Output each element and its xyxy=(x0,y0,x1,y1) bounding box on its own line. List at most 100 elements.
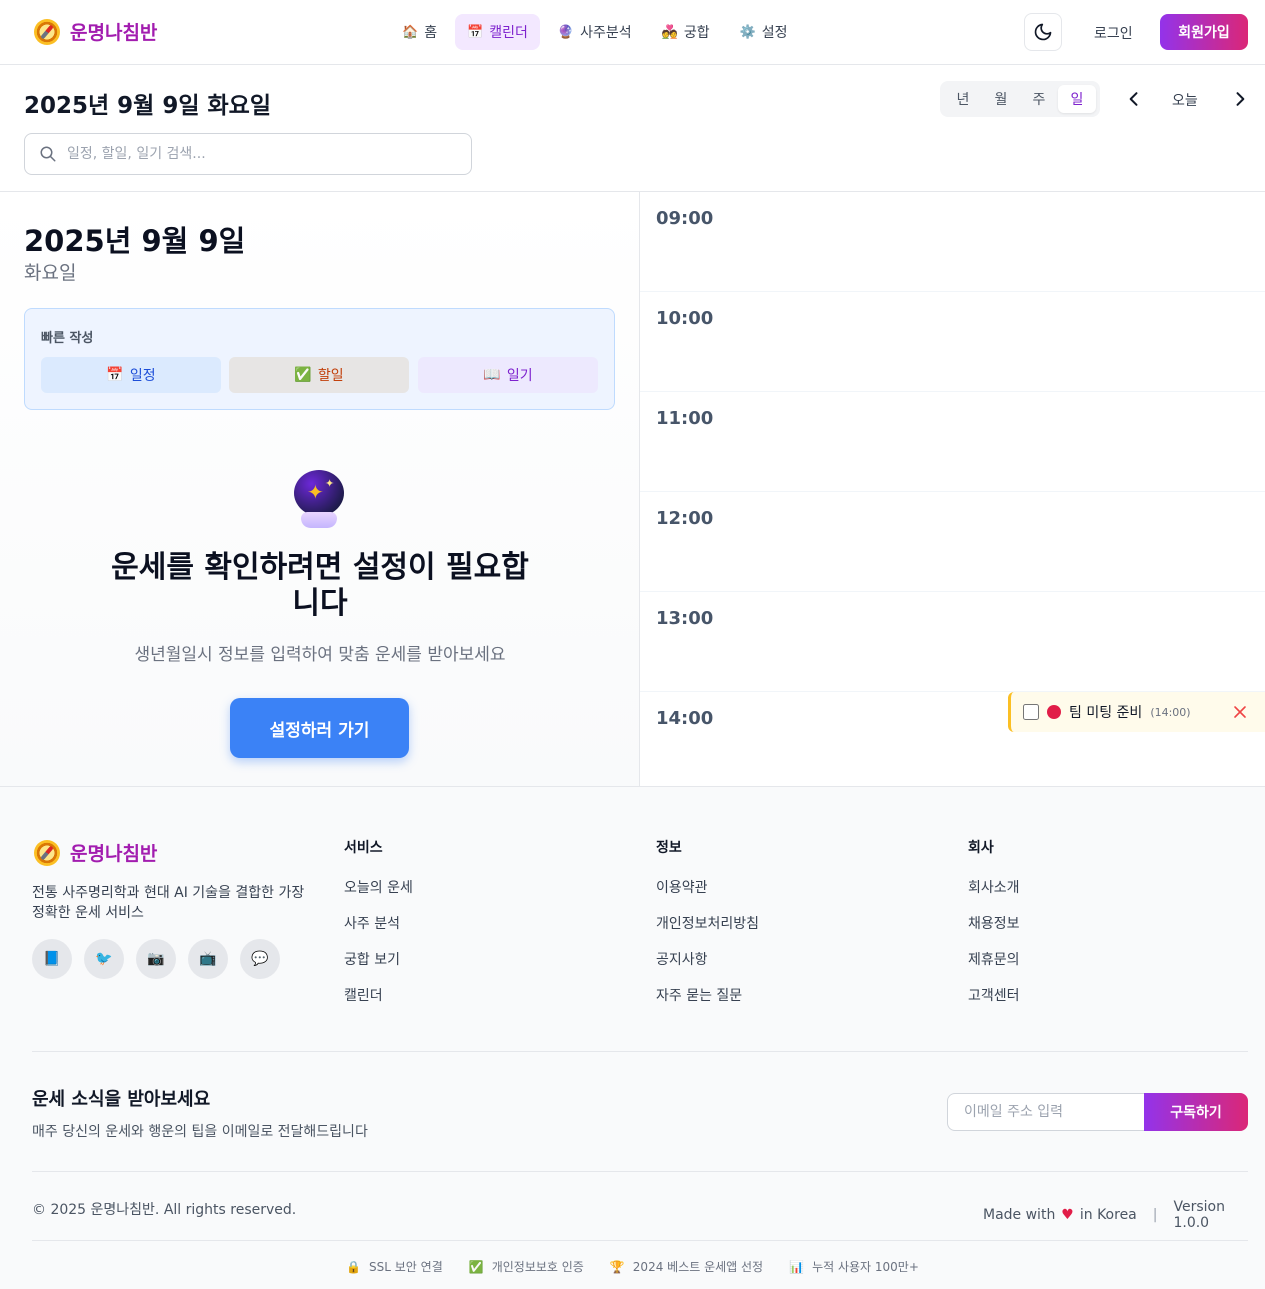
view-week[interactable]: 주 xyxy=(1020,85,1058,113)
quick-diary-label: 일기 xyxy=(506,368,533,384)
quick-todo-label: 할일 xyxy=(317,368,344,384)
chart-icon: 📊 xyxy=(789,1259,805,1274)
footer-link[interactable]: 사주 분석 xyxy=(344,913,413,949)
footer-brand[interactable]: 운명나침반 xyxy=(34,839,157,866)
event-checkbox[interactable] xyxy=(1023,704,1039,720)
event-title: 팀 미팅 준비 xyxy=(1069,705,1143,721)
view-year[interactable]: 년 xyxy=(944,85,982,113)
nav-calendar-label: 캘린더 xyxy=(489,25,528,41)
footer-col-title: 정보 xyxy=(656,840,682,856)
footer-col-title: 서비스 xyxy=(344,840,383,856)
crystal-ball-icon: ✦ ✦ xyxy=(293,470,345,530)
time-slot[interactable]: 12:00 xyxy=(640,492,1265,592)
nav-calendar[interactable]: 📅 캘린더 xyxy=(455,14,540,50)
time-slot-label: 13:00 xyxy=(656,608,714,629)
trust-badge: 🔒 SSL 보안 연결 xyxy=(346,1258,443,1275)
footer-link[interactable]: 고객센터 xyxy=(968,985,1020,1021)
time-slot-label: 14:00 xyxy=(656,708,714,729)
checkmark-icon: ✅ xyxy=(468,1259,484,1274)
footer-divider xyxy=(32,1171,1248,1172)
close-icon[interactable] xyxy=(1233,705,1247,719)
footer-link[interactable]: 오늘의 운세 xyxy=(344,877,413,913)
theme-toggle-button[interactable] xyxy=(1024,13,1062,51)
social-links: 📘 🐦 📷 📺 💬 xyxy=(32,939,280,979)
view-switcher: 년 월 주 일 xyxy=(940,81,1100,117)
footer-link[interactable]: 캘린더 xyxy=(344,985,413,1021)
next-day-button[interactable] xyxy=(1230,89,1250,109)
twitter-icon[interactable]: 🐦 xyxy=(84,939,124,979)
made-with-text: Made with ♥ in Korea | Version 1.0.0 xyxy=(983,1199,1265,1231)
moon-icon xyxy=(1034,23,1052,41)
home-icon: 🏠 xyxy=(402,24,419,40)
nav-home[interactable]: 🏠 홈 xyxy=(390,14,449,50)
nav-settings-label: 설정 xyxy=(761,25,788,41)
time-slot[interactable]: 09:00 xyxy=(640,192,1265,292)
day-date: 2025년 9월 9일 xyxy=(24,224,246,258)
footer-col-service: 서비스 오늘의 운세 사주 분석 궁합 보기 캘린더 xyxy=(344,837,413,1021)
view-day[interactable]: 일 xyxy=(1058,85,1096,113)
footer-link[interactable]: 이용약관 xyxy=(656,877,759,913)
time-slot-label: 09:00 xyxy=(656,208,714,229)
footer-col-info: 정보 이용약관 개인정보처리방침 공지사항 자주 묻는 질문 xyxy=(656,837,759,1021)
email-field[interactable] xyxy=(947,1093,1144,1131)
trust-badge-label: SSL 보안 연결 xyxy=(369,1260,443,1274)
event-color-dot xyxy=(1047,705,1061,719)
trust-badge: 📊 누적 사용자 100만+ xyxy=(789,1258,919,1275)
footer-link[interactable]: 회사소개 xyxy=(968,877,1020,913)
footer-link[interactable]: 채용정보 xyxy=(968,913,1020,949)
page-title: 2025년 9월 9일 화요일 xyxy=(24,93,272,119)
nav-home-label: 홈 xyxy=(424,25,438,41)
crystal-ball-icon: 🔮 xyxy=(557,24,575,40)
time-slot[interactable]: 10:00 xyxy=(640,292,1265,392)
footer-link[interactable]: 개인정보처리방침 xyxy=(656,913,759,949)
day-timeline: 09:00 10:00 11:00 12:00 13:00 14:00 팀 미팅… xyxy=(640,192,1265,786)
nav-compat-label: 궁합 xyxy=(683,25,710,41)
today-button[interactable]: 오늘 xyxy=(1172,90,1198,110)
brand-logo[interactable]: 운명나침반 xyxy=(34,18,157,45)
facebook-icon[interactable]: 📘 xyxy=(32,939,72,979)
time-slot[interactable]: 13:00 xyxy=(640,592,1265,692)
trust-badge: ✅ 개인정보보호 인증 xyxy=(469,1258,584,1275)
site-footer: 운명나침반 전통 사주명리학과 현대 AI 기술을 결합한 가장 정확한 운세 … xyxy=(0,786,1265,1289)
couple-icon: 💑 xyxy=(661,24,678,40)
version-text: Version 1.0.0 xyxy=(1173,1199,1225,1231)
footer-link[interactable]: 자주 묻는 질문 xyxy=(656,985,759,1021)
event-item[interactable]: 팀 미팅 준비 (14:00) xyxy=(1008,692,1265,732)
footer-col-title: 회사 xyxy=(968,840,994,856)
prev-day-button[interactable] xyxy=(1124,89,1144,109)
quick-event-label: 일정 xyxy=(129,368,156,384)
go-settings-button[interactable]: 설정하러 가기 xyxy=(230,698,409,758)
footer-link[interactable]: 궁합 보기 xyxy=(344,949,413,985)
day-weekday: 화요일 xyxy=(24,262,77,284)
newsletter-form: 구독하기 xyxy=(947,1093,1248,1131)
compass-icon xyxy=(34,18,60,45)
footer-link[interactable]: 제휴문의 xyxy=(968,949,1020,985)
newsletter-title: 운세 소식을 받아보세요 xyxy=(32,1089,211,1110)
separator: | xyxy=(1152,1207,1158,1223)
fortune-setup-subtitle: 생년월일시 정보를 입력하여 맞춤 운세를 받아보세요 xyxy=(134,645,506,665)
trust-badge-label: 2024 베스트 운세앱 선정 xyxy=(632,1260,764,1274)
quick-todo-button[interactable]: ✅ 할일 xyxy=(229,357,409,393)
search-icon xyxy=(40,146,56,162)
search-box xyxy=(24,133,472,175)
view-month[interactable]: 월 xyxy=(982,85,1020,113)
footer-link[interactable]: 공지사항 xyxy=(656,949,759,985)
checkmark-icon: ✅ xyxy=(294,367,312,383)
nav-compat[interactable]: 💑 궁합 xyxy=(650,14,722,50)
time-slot-label: 11:00 xyxy=(656,408,714,429)
youtube-icon[interactable]: 📺 xyxy=(188,939,228,979)
nav-settings[interactable]: ⚙️ 설정 xyxy=(728,14,800,50)
instagram-icon[interactable]: 📷 xyxy=(136,939,176,979)
search-input[interactable] xyxy=(67,146,447,162)
time-slot-label: 12:00 xyxy=(656,508,714,529)
trust-badge-label: 개인정보보호 인증 xyxy=(491,1260,584,1274)
fortune-setup-title: 운세를 확인하려면 설정이 필요합니다 xyxy=(111,550,529,621)
nav-saju[interactable]: 🔮 사주분석 xyxy=(546,14,644,50)
login-link[interactable]: 로그인 xyxy=(1094,23,1133,43)
chat-icon[interactable]: 💬 xyxy=(240,939,280,979)
quick-event-button[interactable]: 📅 일정 xyxy=(41,357,221,393)
signup-button[interactable]: 회원가입 xyxy=(1160,14,1248,50)
quick-diary-button[interactable]: 📖 일기 xyxy=(418,357,598,393)
subscribe-button[interactable]: 구독하기 xyxy=(1144,1093,1248,1131)
time-slot[interactable]: 11:00 xyxy=(640,392,1265,492)
